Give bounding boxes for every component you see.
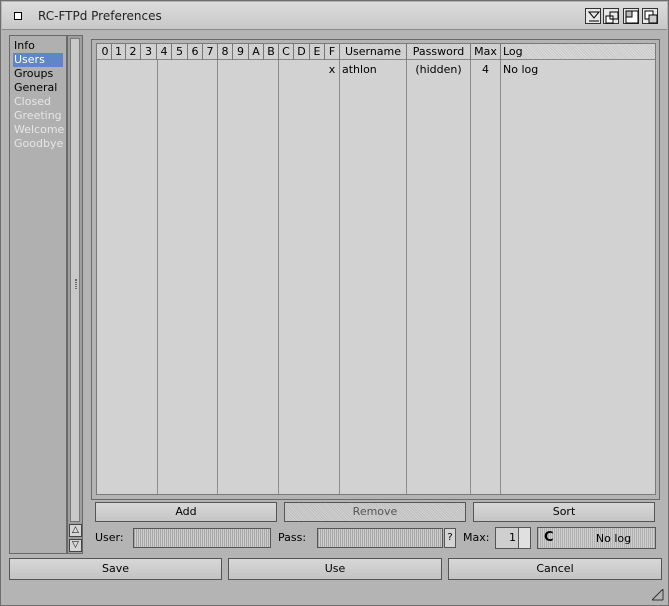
- zoom-gadget[interactable]: [623, 8, 639, 24]
- column-header[interactable]: 9: [233, 45, 248, 59]
- use-button[interactable]: Use: [228, 558, 442, 580]
- category-item-users[interactable]: Users: [13, 53, 63, 67]
- column-header[interactable]: D: [294, 45, 309, 59]
- column-header[interactable]: B: [264, 45, 278, 59]
- close-gadget[interactable]: [10, 9, 26, 23]
- snapshot-gadget[interactable]: [603, 8, 619, 24]
- username-cell: athlon: [342, 63, 377, 76]
- max-value[interactable]: 1: [498, 531, 516, 544]
- column-header[interactable]: F: [325, 45, 339, 59]
- save-button[interactable]: Save: [9, 558, 222, 580]
- category-scrollbar[interactable]: △ ▽: [67, 35, 83, 554]
- list-header: 0 1 2 3 4 5 6 7 8 9 A B C D E F Username…: [97, 44, 655, 60]
- column-header[interactable]: 1: [112, 45, 125, 59]
- scroll-down-button[interactable]: ▽: [69, 539, 82, 552]
- grip-icon: [75, 279, 77, 289]
- resize-icon: [651, 588, 664, 601]
- column-divider: [278, 60, 279, 494]
- category-item-greeting[interactable]: Greeting: [13, 109, 63, 123]
- category-item-closed[interactable]: Closed: [13, 95, 63, 109]
- column-divider: [470, 60, 471, 494]
- preferences-window: RC-FTPd Preferences Info Users Groups Ge…: [0, 0, 669, 606]
- column-divider: [217, 60, 218, 494]
- scroll-up-button[interactable]: △: [69, 524, 82, 537]
- close-icon: [14, 12, 22, 20]
- column-header-log[interactable]: Log: [503, 45, 533, 59]
- depth-icon: [644, 10, 658, 24]
- pass-help-button[interactable]: ?: [444, 528, 456, 548]
- flag-cell: x: [328, 63, 336, 76]
- iconify-gadget[interactable]: [585, 8, 601, 24]
- column-header[interactable]: C: [279, 45, 293, 59]
- column-header[interactable]: 6: [188, 45, 202, 59]
- max-stepper[interactable]: 1: [495, 527, 531, 549]
- decrement-button[interactable]: [518, 538, 530, 548]
- column-divider: [339, 60, 340, 494]
- column-header[interactable]: 4: [157, 45, 171, 59]
- column-divider: [157, 60, 158, 494]
- zoom-icon: [625, 10, 639, 24]
- category-item-general[interactable]: General: [13, 81, 63, 95]
- max-cell: 4: [482, 63, 489, 76]
- column-header[interactable]: 3: [141, 45, 156, 59]
- cancel-button[interactable]: Cancel: [448, 558, 662, 580]
- increment-button[interactable]: [518, 528, 530, 538]
- arrow-up-icon: △: [72, 525, 79, 535]
- column-header[interactable]: 0: [99, 45, 111, 59]
- sort-button[interactable]: Sort: [473, 502, 655, 522]
- users-list[interactable]: 0 1 2 3 4 5 6 7 8 9 A B C D E F Username…: [96, 43, 656, 495]
- user-input[interactable]: [133, 528, 271, 548]
- add-button[interactable]: Add: [95, 502, 277, 522]
- pass-label: Pass:: [278, 531, 307, 544]
- column-header[interactable]: 8: [218, 45, 232, 59]
- column-divider: [500, 60, 501, 494]
- log-cell: No log: [503, 63, 539, 76]
- column-divider: [406, 60, 407, 494]
- log-cycle-button[interactable]: C No log: [537, 527, 656, 549]
- column-divider: [500, 44, 501, 60]
- iconify-icon: [587, 11, 601, 22]
- column-header[interactable]: A: [249, 45, 263, 59]
- password-cell: (hidden): [415, 63, 462, 76]
- column-header-username[interactable]: Username: [340, 45, 406, 59]
- resize-handle[interactable]: [651, 588, 664, 601]
- title-bar[interactable]: RC-FTPd Preferences: [2, 2, 667, 30]
- column-header[interactable]: 5: [172, 45, 187, 59]
- column-header[interactable]: 2: [126, 45, 140, 59]
- category-item-welcome[interactable]: Welcome: [13, 123, 64, 137]
- category-list[interactable]: Info Users Groups General Closed Greetin…: [9, 35, 67, 554]
- remove-button[interactable]: Remove: [284, 502, 466, 522]
- column-header-password[interactable]: Password: [407, 45, 470, 59]
- window-title: RC-FTPd Preferences: [38, 9, 162, 23]
- category-item-groups[interactable]: Groups: [13, 67, 63, 81]
- column-header[interactable]: E: [310, 45, 324, 59]
- snapshot-icon: [605, 11, 619, 24]
- log-cycle-value: No log: [595, 532, 632, 545]
- category-item-goodbye[interactable]: Goodbye: [13, 137, 63, 151]
- scrollbar-knob[interactable]: [70, 38, 80, 522]
- depth-gadget[interactable]: [642, 8, 658, 24]
- column-header[interactable]: 7: [203, 45, 217, 59]
- category-item-info[interactable]: Info: [13, 39, 63, 53]
- user-label: User:: [95, 531, 124, 544]
- cycle-icon: C: [544, 530, 554, 545]
- arrow-down-icon: ▽: [72, 540, 79, 550]
- pass-input[interactable]: [317, 528, 443, 548]
- column-header-max[interactable]: Max: [471, 45, 500, 59]
- max-label: Max:: [463, 531, 490, 544]
